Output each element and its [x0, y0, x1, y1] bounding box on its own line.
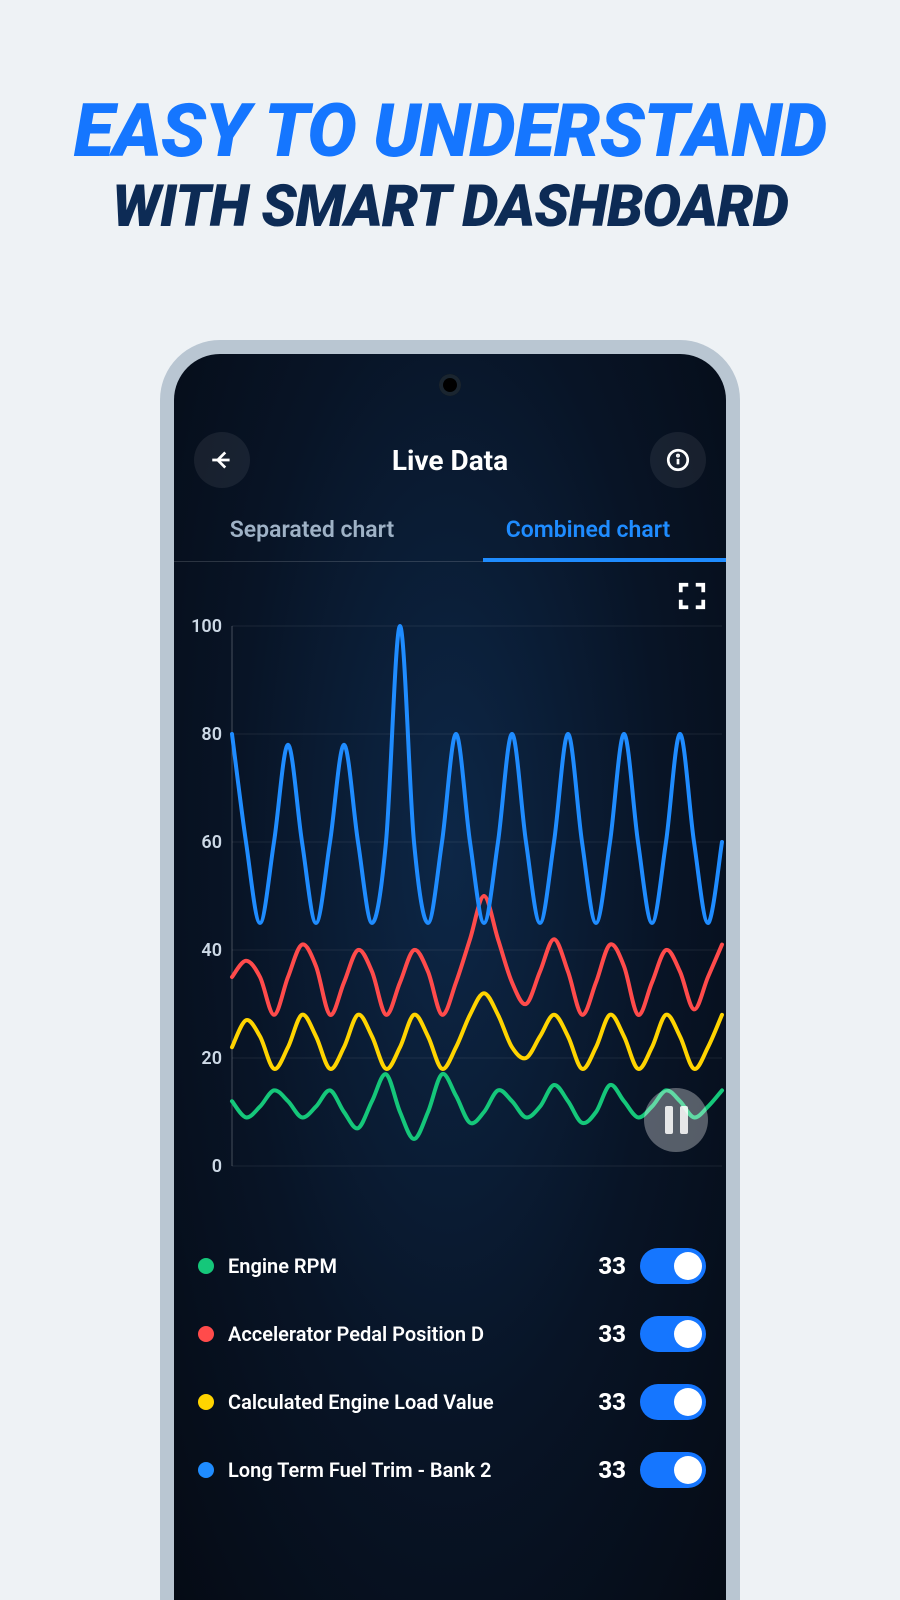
legend-row: Calculated Engine Load Value 33: [198, 1368, 706, 1436]
y-tick-label: 0: [212, 1156, 222, 1177]
combined-chart: 0 20 40 60 80 100: [174, 614, 726, 1194]
phone-mockup: Live Data Separated chart Combined chart…: [160, 340, 740, 1600]
series-toggle[interactable]: [640, 1316, 706, 1352]
series-label: Long Term Fuel Trim - Bank 2: [228, 1458, 568, 1482]
series-value: 33: [582, 1456, 626, 1484]
series-toggle[interactable]: [640, 1384, 706, 1420]
camera-notch: [439, 374, 461, 396]
legend-row: Engine RPM 33: [198, 1232, 706, 1300]
headline-line-2: WITH SMART DASHBOARD: [0, 173, 900, 241]
arrow-left-icon: [209, 447, 235, 473]
info-button[interactable]: [650, 432, 706, 488]
series-label: Engine RPM: [228, 1254, 568, 1278]
legend-row: Long Term Fuel Trim - Bank 2 33: [198, 1436, 706, 1504]
info-icon: [665, 447, 691, 473]
back-button[interactable]: [194, 432, 250, 488]
series-toggle[interactable]: [640, 1452, 706, 1488]
series-label: Calculated Engine Load Value: [228, 1390, 568, 1414]
series-color-dot: [198, 1258, 214, 1274]
series-color-dot: [198, 1326, 214, 1342]
expand-icon: [677, 581, 707, 611]
series-line: [232, 626, 722, 923]
legend-row: Accelerator Pedal Position D 33: [198, 1300, 706, 1368]
chart-area: 0 20 40 60 80 100: [174, 574, 726, 1214]
y-tick-label: 80: [201, 724, 222, 745]
pause-button[interactable]: [644, 1088, 708, 1152]
tab-bar: Separated chart Combined chart: [174, 502, 726, 562]
y-tick-label: 40: [201, 940, 222, 961]
series-value: 33: [582, 1320, 626, 1348]
series-toggle[interactable]: [640, 1248, 706, 1284]
app-header: Live Data: [174, 426, 726, 494]
tab-combined-chart[interactable]: Combined chart: [450, 502, 726, 561]
expand-button[interactable]: [674, 578, 710, 614]
series-value: 33: [582, 1252, 626, 1280]
tab-separated-chart[interactable]: Separated chart: [174, 502, 450, 561]
promo-headline: EASY TO UNDERSTAND WITH SMART DASHBOARD: [0, 0, 900, 241]
pause-icon: [680, 1106, 688, 1134]
pause-icon: [665, 1106, 673, 1134]
headline-line-1: EASY TO UNDERSTAND: [0, 95, 900, 169]
y-tick-label: 100: [191, 616, 222, 637]
y-tick-label: 60: [201, 832, 222, 853]
y-tick-label: 20: [201, 1048, 222, 1069]
legend-list: Engine RPM33Accelerator Pedal Position D…: [174, 1214, 726, 1504]
series-value: 33: [582, 1388, 626, 1416]
series-label: Accelerator Pedal Position D: [228, 1322, 568, 1346]
app-screen: Live Data Separated chart Combined chart…: [174, 354, 726, 1600]
series-color-dot: [198, 1462, 214, 1478]
page-title: Live Data: [392, 444, 508, 477]
series-color-dot: [198, 1394, 214, 1410]
